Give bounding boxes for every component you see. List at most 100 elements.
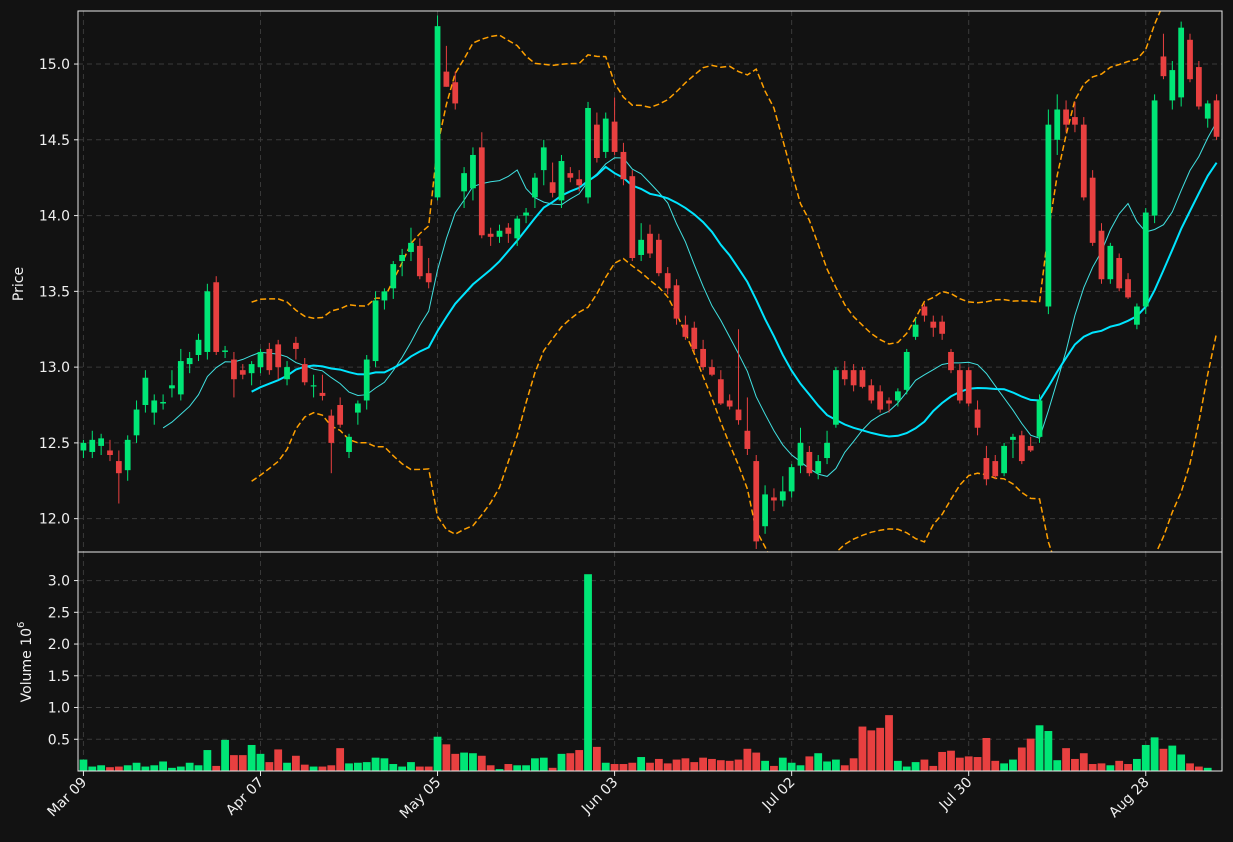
volume-bar	[708, 758, 716, 771]
candle-body	[1187, 39, 1193, 80]
candle-body	[567, 173, 574, 178]
volume-bar	[752, 752, 761, 771]
volume-bar	[929, 765, 938, 771]
candle-body	[1142, 212, 1149, 307]
candle-body	[912, 324, 919, 337]
volume-bar	[876, 727, 885, 771]
candle-body	[319, 392, 326, 396]
volume-bar	[796, 765, 805, 771]
candle-body	[673, 285, 680, 319]
volume-bar	[398, 766, 407, 771]
volume-bar	[1186, 763, 1194, 771]
candle-body	[248, 364, 255, 374]
volume-bar	[380, 758, 389, 771]
volume-bar	[770, 765, 778, 771]
candle-body	[425, 273, 432, 283]
candle-body	[841, 370, 848, 380]
candle-body	[487, 233, 494, 237]
volume-bar	[902, 766, 911, 771]
volume-bar	[955, 757, 964, 771]
price-tick-label: 13.5	[39, 284, 70, 300]
volume-bar	[787, 762, 796, 771]
candle-body	[204, 291, 211, 352]
volume-bar	[646, 762, 654, 771]
candle-body	[647, 233, 653, 254]
volume-bar	[1062, 748, 1070, 771]
candle-body	[275, 344, 282, 368]
volume-bar	[1088, 764, 1097, 771]
candle-body	[1054, 109, 1061, 140]
volume-bar	[699, 757, 708, 771]
volume-bar	[716, 760, 725, 771]
volume-bar	[97, 765, 106, 771]
volume-axis-label: Volume 106	[16, 622, 35, 703]
candle-body	[505, 227, 512, 234]
candle-body	[903, 351, 910, 390]
volume-bar	[947, 750, 955, 771]
volume-bar	[300, 764, 309, 771]
candle-body	[788, 467, 795, 492]
candle-body	[1027, 445, 1034, 451]
candle-body	[160, 401, 166, 404]
candle-body	[416, 245, 423, 277]
candle-body	[594, 124, 600, 158]
candle-body	[133, 409, 140, 436]
candle-body	[372, 300, 379, 362]
volume-bar	[743, 748, 752, 771]
candle-body	[1080, 124, 1087, 198]
volume-bar	[1177, 754, 1186, 771]
price-tick-label: 13.0	[39, 360, 70, 376]
candle-body	[169, 385, 175, 389]
volume-bar	[469, 753, 477, 771]
candle-body	[638, 239, 645, 255]
candle-body	[452, 82, 459, 104]
candle-body	[213, 282, 220, 352]
candle-body	[1151, 100, 1158, 216]
candle-body	[709, 367, 715, 375]
volume-tick-label: 2.0	[48, 637, 70, 653]
candle-body	[886, 400, 892, 404]
candle-body	[399, 254, 406, 262]
volume-bar	[832, 759, 840, 771]
candle-body	[98, 438, 105, 446]
volume-bar	[1079, 753, 1088, 771]
volume-bar	[238, 755, 247, 771]
volume-bar	[893, 760, 902, 771]
volume-bar	[451, 753, 460, 771]
volume-bar	[867, 730, 876, 771]
candle-body	[850, 370, 857, 386]
volume-bar	[106, 767, 114, 771]
candle-body	[514, 218, 521, 239]
volume-bar	[1026, 738, 1035, 771]
volume-bar	[1141, 744, 1150, 771]
candle-body	[1018, 435, 1025, 462]
candle-body	[363, 359, 370, 401]
candle-body	[195, 339, 202, 355]
candle-body	[797, 442, 804, 466]
volume-bar	[858, 726, 867, 771]
volume-bar	[336, 748, 345, 771]
candle-body	[266, 348, 273, 371]
volume-bar	[132, 762, 141, 771]
candle-body	[540, 147, 547, 171]
volume-bar	[531, 758, 539, 771]
volume-bar	[415, 766, 424, 771]
volume-bar	[778, 757, 787, 771]
volume-bar	[309, 766, 318, 771]
volume-tick-label: 1.5	[48, 669, 70, 685]
volume-bar	[141, 766, 150, 771]
candle-body	[390, 264, 397, 289]
volume-bar	[486, 765, 495, 771]
volume-bar	[938, 751, 947, 771]
candle-body	[443, 71, 450, 87]
candle-body	[620, 151, 627, 180]
volume-bar	[389, 764, 398, 771]
volume-bar	[637, 757, 646, 771]
candle-body	[354, 403, 361, 413]
volume-bar	[557, 753, 566, 771]
candle-body	[532, 177, 538, 198]
candle-body	[983, 458, 990, 480]
volume-bar	[725, 760, 734, 771]
candle-body	[80, 442, 87, 451]
volume-bar	[619, 764, 628, 771]
